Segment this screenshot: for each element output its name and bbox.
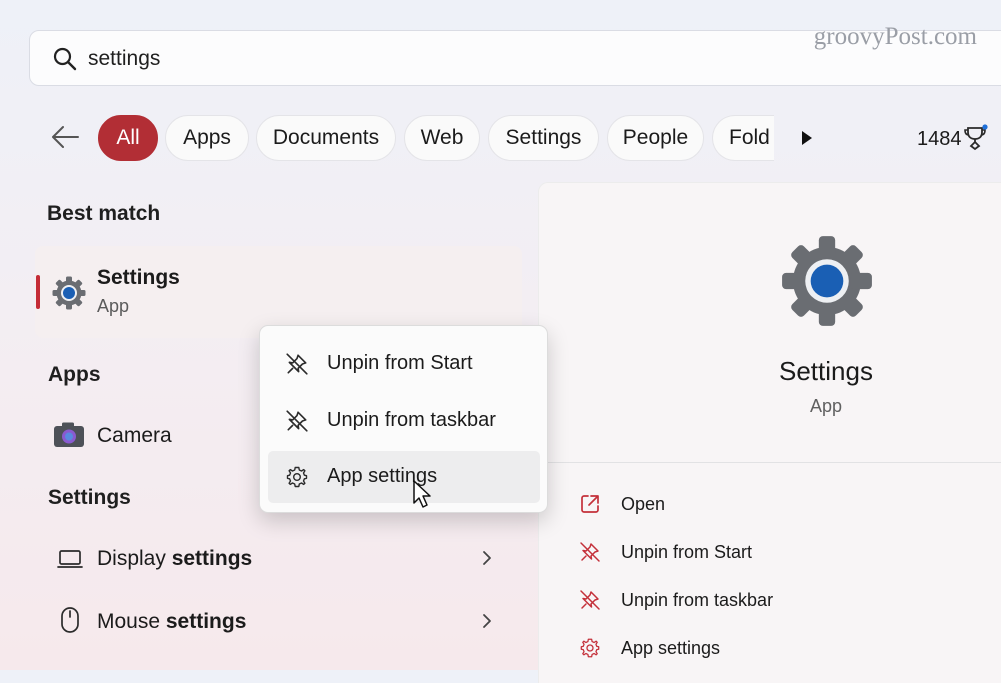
- best-match-header: Best match: [47, 202, 161, 225]
- open-icon: [579, 493, 601, 515]
- apps-header: Apps: [48, 363, 101, 386]
- settings-header: Settings: [48, 486, 131, 509]
- back-arrow-icon[interactable]: [50, 124, 80, 150]
- rewards-trophy-icon[interactable]: [962, 124, 990, 152]
- selection-indicator: [36, 275, 40, 309]
- filter-chip-all[interactable]: All: [98, 115, 158, 161]
- chevron-right-icon[interactable]: [481, 612, 493, 630]
- search-input[interactable]: settings: [88, 47, 160, 71]
- camera-icon: [53, 421, 85, 449]
- menu-item-label: Unpin from taskbar: [327, 409, 496, 431]
- menu-item-unpin-start[interactable]: Unpin from Start: [268, 338, 540, 390]
- rewards-points: 1484: [917, 128, 962, 150]
- unpin-icon: [579, 541, 601, 563]
- filter-chip-web[interactable]: Web: [404, 115, 480, 161]
- settings-gear-icon: [778, 232, 876, 330]
- gear-icon: [579, 637, 601, 659]
- mouse-cursor-icon: [412, 479, 434, 509]
- detail-action-app-settings[interactable]: App settings: [621, 638, 720, 659]
- app-result-camera[interactable]: Camera: [97, 424, 172, 448]
- best-match-title: Settings: [97, 266, 180, 289]
- detail-action-unpin-taskbar[interactable]: Unpin from taskbar: [621, 590, 773, 611]
- detail-action-unpin-start[interactable]: Unpin from Start: [621, 542, 752, 563]
- filter-chip-people[interactable]: People: [607, 115, 704, 161]
- filter-chip-folders[interactable]: Fold: [712, 115, 774, 161]
- display-icon: [57, 548, 83, 570]
- unpin-icon: [579, 589, 601, 611]
- gear-icon: [285, 465, 309, 489]
- filter-chip-settings[interactable]: Settings: [488, 115, 599, 161]
- detail-action-open[interactable]: Open: [621, 494, 665, 515]
- context-menu: Unpin from Start Unpin from taskbar App …: [259, 325, 548, 513]
- filter-chip-documents[interactable]: Documents: [256, 115, 396, 161]
- divider: [538, 462, 1001, 463]
- detail-title: Settings: [779, 356, 873, 386]
- best-match-subtitle: App: [97, 296, 130, 316]
- menu-item-unpin-taskbar[interactable]: Unpin from taskbar: [268, 395, 540, 447]
- scroll-right-icon[interactable]: [800, 129, 814, 147]
- unpin-icon: [285, 409, 309, 433]
- unpin-icon: [285, 352, 309, 376]
- mouse-icon: [60, 606, 80, 634]
- menu-item-label: Unpin from Start: [327, 352, 473, 374]
- settings-gear-icon: [51, 275, 87, 311]
- menu-item-app-settings[interactable]: App settings: [268, 451, 540, 503]
- search-icon: [52, 46, 78, 72]
- chevron-right-icon[interactable]: [481, 549, 493, 567]
- watermark: groovyPost.com: [813, 23, 977, 50]
- filter-chip-apps[interactable]: Apps: [165, 115, 249, 161]
- setting-result-mouse[interactable]: Mouse settings: [97, 610, 246, 634]
- detail-subtitle: App: [810, 396, 843, 416]
- setting-result-display[interactable]: Display settings: [97, 547, 252, 571]
